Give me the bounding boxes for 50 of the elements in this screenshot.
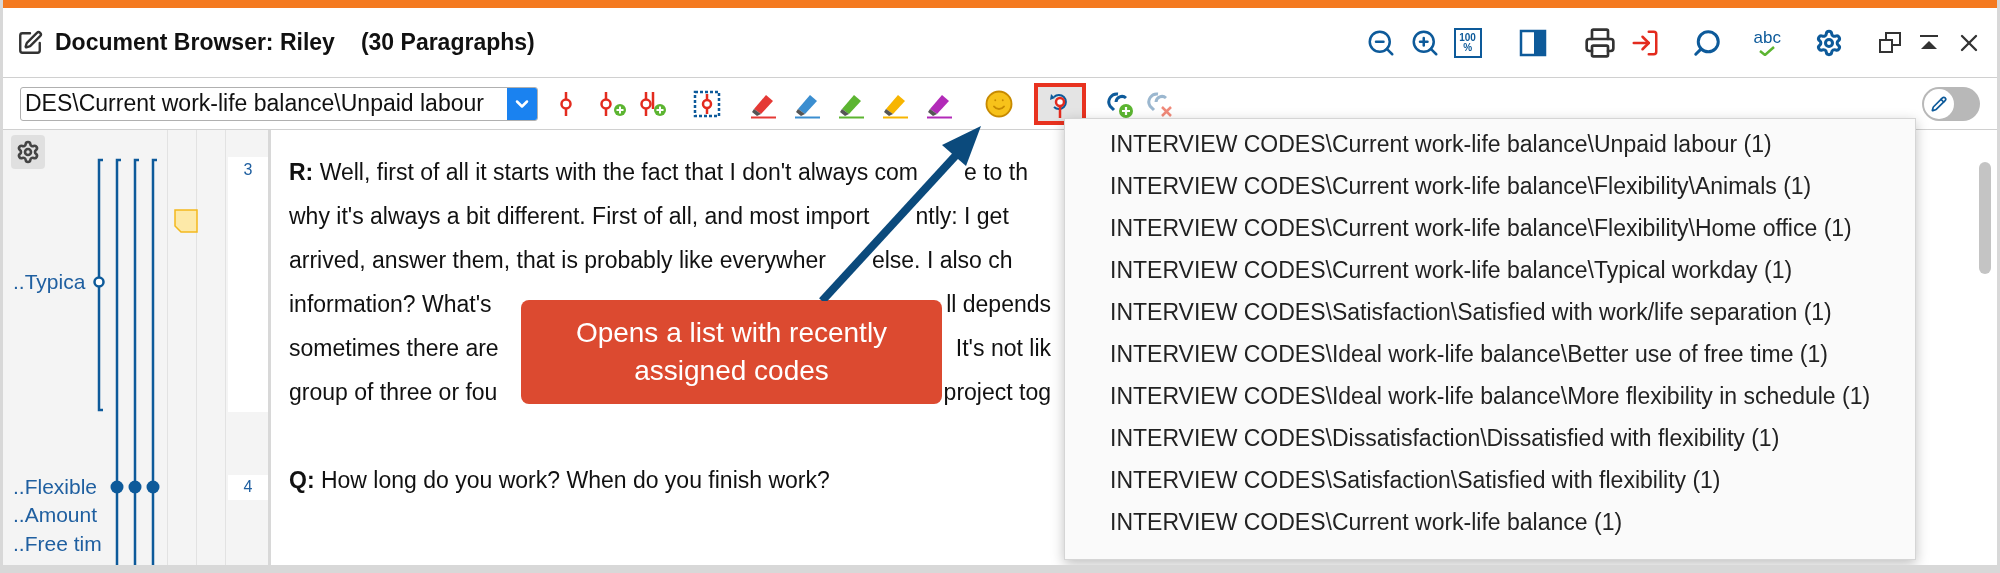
- transcript-text: R: Well, first of all it starts with the fact that I don't always com: [289, 157, 919, 187]
- menu-item[interactable]: INTERVIEW CODES\Ideal work-life balance\More flexibility in schedule (1): [1065, 375, 1915, 417]
- transcript-text: project tog: [943, 377, 1051, 407]
- menu-item[interactable]: INTERVIEW CODES\Ideal work-life balance\Better use of free time (1): [1065, 333, 1915, 375]
- code-label[interactable]: ..Amount: [13, 501, 98, 529]
- transcript-text: ntly: I get: [915, 201, 1009, 231]
- transcript-text: arrived, answer them, that is probably like everywher: [289, 245, 826, 275]
- restore-window-icon[interactable]: [1877, 29, 1903, 56]
- paragraph-number: 3: [242, 160, 254, 180]
- paragraph-number: 4: [242, 477, 254, 497]
- transcript-text: e to th: [964, 157, 1028, 187]
- menu-item[interactable]: INTERVIEW CODES\Current work-life balance (1): [1065, 501, 1915, 543]
- code-dropdown[interactable]: DES\Current work-life balance\Unpaid labour: [20, 86, 538, 121]
- menu-item[interactable]: INTERVIEW CODES\Satisfaction\Satisfied with flexibility (1): [1065, 459, 1915, 501]
- panel-icon[interactable]: [1517, 27, 1548, 58]
- settings-icon[interactable]: [1815, 28, 1843, 57]
- emoticon-icon[interactable]: [984, 88, 1014, 119]
- transcript-text: why it's always a bit different. First of all, and most import: [289, 201, 870, 231]
- window-title: Document Browser: Riley: [55, 28, 335, 58]
- transcript-text: sometimes there are: [289, 333, 499, 363]
- menu-item[interactable]: INTERVIEW CODES\Dissatisfaction\Dissatisfied with flexibility (1): [1065, 417, 1915, 459]
- menu-item[interactable]: INTERVIEW CODES\Current work-life balance\Flexibility\Home office (1): [1065, 207, 1915, 249]
- menu-item[interactable]: INTERVIEW CODES\Current work-life balance\Unpaid labour (1): [1065, 123, 1915, 165]
- recent-codes-button[interactable]: [1034, 82, 1086, 125]
- transcript-text: else. I also ch: [871, 245, 1013, 275]
- transcript-text: Q: How long do you work? When do you finish work?: [289, 465, 830, 495]
- frame-code-icon[interactable]: [692, 88, 722, 119]
- transcript-text: information? What's: [289, 289, 492, 319]
- margin-settings-button[interactable]: [11, 135, 45, 169]
- search-icon[interactable]: [1691, 27, 1722, 58]
- code-label[interactable]: ..Flexible: [13, 473, 98, 501]
- transcript-text: It's not lik: [955, 333, 1051, 363]
- code-label[interactable]: ..Typica: [13, 268, 86, 296]
- menu-item[interactable]: INTERVIEW CODES\Satisfaction\Satisfied with work/life separation (1): [1065, 291, 1915, 333]
- menu-item[interactable]: INTERVIEW CODES\Current work-life balance\Flexibility\Animals (1): [1065, 165, 1915, 207]
- check-icon: [1759, 46, 1776, 56]
- print-icon[interactable]: [1583, 26, 1616, 59]
- spellcheck-button[interactable]: abc: [1753, 29, 1781, 56]
- transcript-text: ll depends: [946, 289, 1051, 319]
- transcript-text: group of three or fou: [289, 377, 498, 407]
- paragraph-count: (30 Paragraphs): [360, 28, 535, 58]
- menu-item[interactable]: INTERVIEW CODES\Current work-life balance\Typical workday (1): [1065, 249, 1915, 291]
- document-edit-icon: [17, 29, 43, 56]
- pencil-icon: [1931, 95, 1947, 112]
- edit-mode-toggle[interactable]: [1922, 86, 1980, 121]
- scrollbar[interactable]: [1979, 162, 1991, 274]
- zoom-reset-button[interactable]: 100 %: [1453, 27, 1482, 58]
- callout: Opens a list with recently assigned codes: [521, 300, 942, 404]
- settings-icon: [16, 140, 40, 164]
- code-label[interactable]: ..Free tim: [13, 530, 102, 558]
